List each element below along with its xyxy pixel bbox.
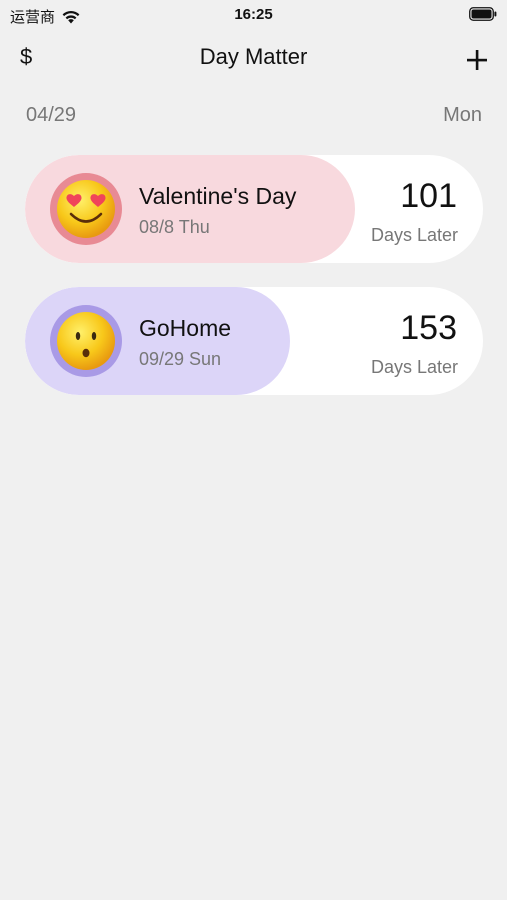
event-card[interactable]: GoHome 09/29 Sun 153 Days Later [25,287,483,395]
status-time: 16:25 [234,6,273,23]
event-avatar [50,305,122,377]
navigation-bar: $ Day Matter [0,40,507,80]
today-weekday: Mon [443,104,482,126]
add-event-button[interactable] [463,46,491,74]
heart-eyes-emoji-icon [57,180,115,238]
event-avatar [50,173,122,245]
event-card[interactable]: Valentine's Day 08/8 Thu 101 Days Later [25,155,483,263]
today-row: 04/29 Mon [26,104,482,130]
battery-icon [469,7,497,21]
days-label: Days Later [370,225,458,245]
event-date: 09/29 Sun [139,349,222,369]
event-name: GoHome [139,315,232,341]
status-bar: 运营商 16:25 [0,0,507,30]
event-name: Valentine's Day [139,183,297,209]
days-count: 101 [400,177,457,215]
page-title: Day Matter [199,44,308,69]
surprised-emoji-icon [57,312,115,370]
today-date: 04/29 [26,104,77,126]
plus-icon [467,50,487,70]
days-count: 153 [400,309,457,347]
event-date: 08/8 Thu [139,217,210,237]
days-label: Days Later [370,357,458,377]
